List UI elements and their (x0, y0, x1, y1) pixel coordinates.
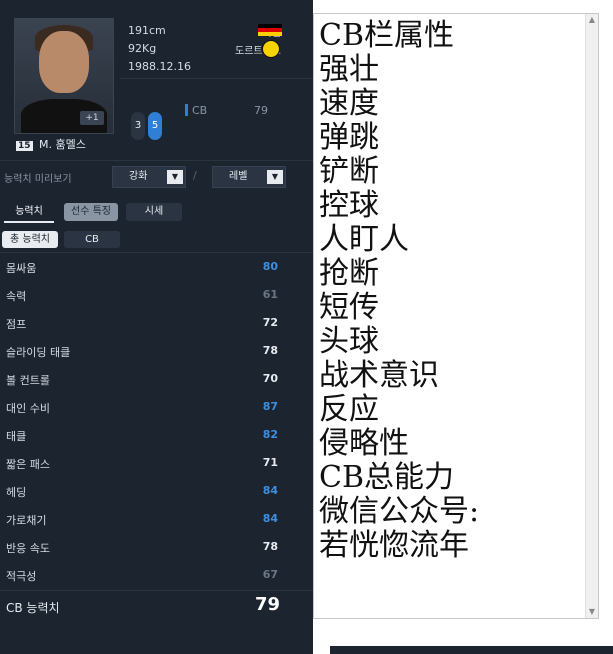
stat-value: 84 (262, 484, 278, 497)
player-head (39, 31, 89, 93)
text-line: 控球 (319, 188, 379, 223)
stat-label: 짧은 패스 (6, 458, 50, 471)
position-marker (185, 104, 188, 116)
stat-value: 67 (262, 568, 278, 581)
stat-row: 대인 수비 87 (0, 393, 313, 421)
player-height: 191cm (128, 24, 166, 37)
stat-row: 몸싸움 80 (0, 253, 313, 281)
stat-value: 72 (262, 316, 278, 329)
scroll-up-arrow-icon[interactable]: ▲ (586, 14, 598, 26)
player-birthdate: 1988.12.16 (128, 60, 191, 73)
position-label: CB (192, 104, 208, 117)
enhance-dropdown[interactable]: 강화 ▼ (112, 166, 186, 188)
subtab-total[interactable]: 총 능력치 (2, 231, 58, 248)
tab-stats[interactable]: 능력치 (4, 203, 54, 223)
player-card-panel: +1 15 M. 훔멜스 191cm 92Kg 1988.12.16 독일 도르… (0, 0, 313, 654)
text-line: 铲断 (319, 154, 379, 189)
text-line: CB栏属性 (319, 18, 454, 53)
stat-row: 점프 72 (0, 309, 313, 337)
stat-label: 속력 (6, 290, 27, 303)
stat-row: 슬라이딩 태클 78 (0, 337, 313, 365)
stat-value: 82 (262, 428, 278, 441)
stat-label: 볼 컨트롤 (6, 374, 50, 387)
stat-row: 속력 61 (0, 281, 313, 309)
player-weight: 92Kg (128, 42, 157, 55)
stat-row: 태클 82 (0, 421, 313, 449)
stat-label: 몸싸움 (6, 262, 37, 275)
stat-value: 70 (262, 372, 278, 385)
text-area-panel[interactable]: CB栏属性 强壮 速度 弹跳 铲断 控球 人盯人 抢断 短传 头球 战术意识 反… (313, 13, 599, 619)
stat-label: 대인 수비 (6, 402, 50, 415)
enhance-dropdown-label: 강화 (129, 171, 148, 182)
position-value: 79 (254, 104, 268, 117)
text-line: 速度 (319, 86, 379, 121)
stat-label: 반응 속도 (6, 542, 50, 555)
total-label: CB 능력치 (6, 601, 60, 615)
section-divider (0, 160, 313, 161)
text-line: 强壮 (319, 52, 379, 87)
chevron-down-icon: ▼ (167, 170, 183, 184)
stat-label: 가로채기 (6, 514, 47, 527)
tab-traits[interactable]: 선수 특징 (64, 203, 118, 221)
bottom-strip (330, 646, 613, 654)
vertical-scrollbar[interactable]: ▲ ▼ (585, 14, 598, 618)
player-name: M. 훔멜스 (39, 138, 86, 151)
stat-label: 슬라이딩 태클 (6, 346, 71, 359)
stat-value: 80 (262, 260, 278, 273)
stat-row: 반응 속도 78 (0, 533, 313, 561)
text-line: 侵略性 (319, 426, 409, 461)
stat-value: 78 (262, 344, 278, 357)
tab-price[interactable]: 시세 (126, 203, 182, 221)
player-number: 15 (16, 141, 33, 151)
stat-label: 점프 (6, 318, 27, 331)
text-line: 弹跳 (319, 120, 379, 155)
germany-flag-icon (258, 24, 282, 36)
text-line: 微信公众号: (319, 494, 480, 529)
plus-badge: +1 (80, 111, 104, 125)
pill-a: 3 (131, 112, 145, 140)
stat-row: 볼 컨트롤 70 (0, 365, 313, 393)
scroll-down-arrow-icon[interactable]: ▼ (586, 606, 598, 618)
dropdown-separator: / (193, 169, 197, 182)
preview-label: 능력치 미리보기 (4, 174, 72, 185)
text-line: 反应 (319, 392, 379, 427)
text-lines: CB栏属性 强壮 速度 弹跳 铲断 控球 人盯人 抢断 短传 头球 战术意识 反… (314, 19, 479, 563)
stat-label: 태클 (6, 430, 27, 443)
total-value: 79 (254, 594, 280, 615)
stat-value: 78 (262, 540, 278, 553)
text-line: 人盯人 (319, 222, 409, 257)
pill-b: 5 (148, 112, 162, 140)
subtab-cb[interactable]: CB (64, 231, 120, 248)
stat-row: 헤딩 84 (0, 477, 313, 505)
stat-row: 짧은 패스 71 (0, 449, 313, 477)
stat-row: 적극성 67 (0, 561, 313, 589)
level-dropdown-label: 레벨 (229, 171, 248, 182)
text-line: 短传 (319, 290, 379, 325)
text-line: 抢断 (319, 256, 379, 291)
stat-label: 적극성 (6, 570, 37, 583)
stat-value: 61 (262, 288, 278, 301)
text-line: CB总能力 (319, 460, 454, 495)
team-crest-icon (262, 40, 280, 58)
text-line: 头球 (319, 324, 379, 359)
info-divider (120, 78, 313, 79)
stat-value: 84 (262, 512, 278, 525)
stat-row: 가로채기 84 (0, 505, 313, 533)
stat-value: 87 (262, 400, 278, 413)
stat-label: 헤딩 (6, 486, 27, 499)
text-line: 若恍惚流年 (319, 528, 469, 563)
stat-value: 71 (262, 456, 278, 469)
text-line: 战术意识 (319, 358, 439, 393)
chevron-down-icon: ▼ (267, 170, 283, 184)
total-divider (0, 590, 313, 591)
level-dropdown[interactable]: 레벨 ▼ (212, 166, 286, 188)
player-name-row: 15 M. 훔멜스 (16, 136, 86, 152)
